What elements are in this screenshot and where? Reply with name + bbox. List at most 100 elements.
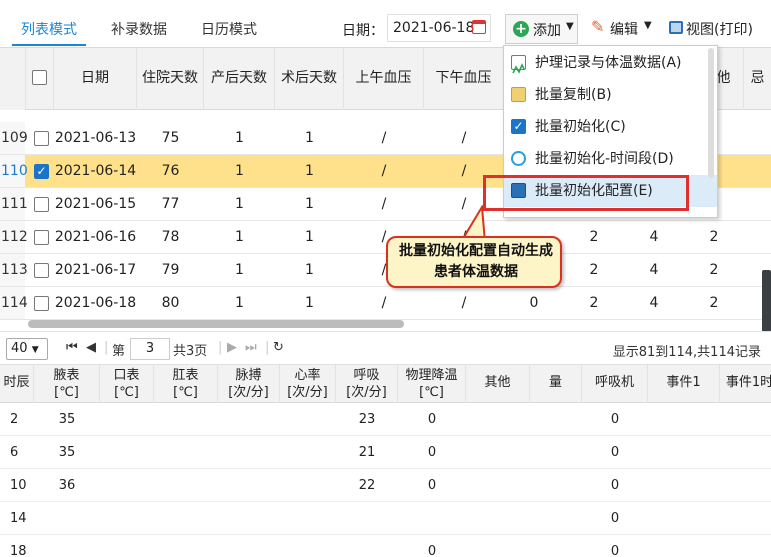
refresh-icon[interactable]: ↻	[273, 340, 284, 355]
vitals-row[interactable]: 18 0 0	[0, 535, 771, 557]
cell-postop-days[interactable]: 1	[275, 254, 344, 286]
cell-col10[interactable]: 2	[684, 287, 744, 319]
last-page-icon[interactable]: ⏭	[245, 340, 257, 355]
cell-stay-days[interactable]: 77	[137, 188, 204, 220]
cell-axillary-temp[interactable]	[34, 502, 100, 535]
tab-supplement-data[interactable]: 补录数据	[102, 16, 176, 46]
cell-postpartum-days[interactable]: 1	[204, 287, 275, 319]
menu-item-batch-init-period[interactable]: 批量初始化-时间段(D)	[504, 143, 717, 175]
header-stay-days[interactable]: 住院天数	[137, 48, 204, 110]
row-checkbox[interactable]	[34, 131, 49, 146]
cell-respiration[interactable]	[336, 535, 398, 557]
cell-stay-days[interactable]: 80	[137, 287, 204, 319]
chevron-down-icon[interactable]: ▼	[644, 20, 652, 31]
cell-pm-bp[interactable]: /	[424, 122, 504, 154]
cell-postpartum-days[interactable]: 1	[204, 254, 275, 286]
row-checkbox[interactable]	[34, 230, 49, 245]
prev-page-icon[interactable]: ◀	[86, 340, 96, 355]
cell-pm-bp[interactable]: /	[424, 287, 504, 319]
vitals-header-cell[interactable]: 事件1	[648, 365, 720, 403]
cell-hour[interactable]: 2	[10, 403, 34, 436]
vitals-header-cell[interactable]: 物理降温 [℃]	[398, 365, 466, 403]
cell-postop-days[interactable]: 1	[275, 122, 344, 154]
cell-physical-cooling[interactable]	[398, 502, 466, 535]
cell-col9[interactable]: 4	[624, 254, 684, 286]
cell-stay-days[interactable]: 78	[137, 221, 204, 253]
vitals-header-cell[interactable]: 事件1时	[720, 365, 771, 403]
vitals-header-cell[interactable]: 量	[530, 365, 582, 403]
cell-axillary-temp[interactable]	[34, 535, 100, 557]
cell-ventilator[interactable]: 0	[582, 502, 648, 535]
vitals-row[interactable]: 10 36 22 0 0	[0, 469, 771, 502]
cell-col10[interactable]: 2	[684, 254, 744, 286]
cell-hour[interactable]: 10	[10, 469, 34, 502]
chevron-down-icon[interactable]: ▼	[566, 21, 574, 32]
cell-postpartum-days[interactable]: 1	[204, 122, 275, 154]
cell-stay-days[interactable]: 76	[137, 155, 204, 187]
cell-am-bp[interactable]: /	[344, 155, 424, 187]
cell-col8[interactable]: 2	[564, 254, 624, 286]
cell-col8[interactable]: 2	[564, 221, 624, 253]
vitals-row[interactable]: 14 0	[0, 502, 771, 535]
cell-date[interactable]: 2021-06-13	[54, 122, 137, 154]
menu-item-batch-copy[interactable]: 批量复制(B)	[504, 79, 717, 111]
next-page-icon[interactable]: ▶	[227, 340, 237, 355]
edit-button[interactable]: ✎ 编辑 ▼	[586, 14, 658, 44]
cell-ventilator[interactable]: 0	[582, 436, 648, 469]
vertical-scrollbar[interactable]	[762, 270, 771, 332]
vitals-header-cell[interactable]: 肛表 [℃]	[154, 365, 218, 403]
row-checkbox[interactable]	[34, 296, 49, 311]
cell-axillary-temp[interactable]: 35	[34, 436, 100, 469]
cell-respiration[interactable]: 23	[336, 403, 398, 436]
cell-ventilator[interactable]: 0	[582, 535, 648, 557]
menu-item-nursing-record[interactable]: 护理记录与体温数据(A)	[504, 47, 717, 79]
cell-am-bp[interactable]: /	[344, 122, 424, 154]
cell-physical-cooling[interactable]: 0	[398, 436, 466, 469]
cell-date[interactable]: 2021-06-15	[54, 188, 137, 220]
cell-hour[interactable]: 18	[10, 535, 34, 557]
vitals-row[interactable]: 2 35 23 0 0	[0, 403, 771, 436]
cell-col9[interactable]: 4	[624, 221, 684, 253]
vitals-header-cell[interactable]: 呼吸机	[582, 365, 648, 403]
cell-postpartum-days[interactable]: 1	[204, 188, 275, 220]
cell-physical-cooling[interactable]: 0	[398, 403, 466, 436]
vitals-header-cell[interactable]: 脉搏 [次/分]	[218, 365, 280, 403]
row-checkbox[interactable]	[34, 197, 49, 212]
add-button[interactable]: + 添加 ▼	[505, 14, 578, 44]
menu-scrollbar[interactable]	[708, 48, 714, 178]
header-truncated[interactable]: 忌	[744, 48, 771, 110]
cell-hour[interactable]: 14	[10, 502, 34, 535]
vitals-header-cell[interactable]: 时辰	[0, 365, 34, 403]
tab-calendar-mode[interactable]: 日历模式	[192, 16, 266, 46]
cell-hour[interactable]: 6	[10, 436, 34, 469]
cell-respiration[interactable]: 22	[336, 469, 398, 502]
cell-postpartum-days[interactable]: 1	[204, 221, 275, 253]
cell-date[interactable]: 2021-06-16	[54, 221, 137, 253]
vitals-header-cell[interactable]: 口表 [℃]	[100, 365, 154, 403]
horizontal-scrollbar[interactable]	[28, 320, 404, 328]
cell-postop-days[interactable]: 1	[275, 188, 344, 220]
cell-ventilator[interactable]: 0	[582, 469, 648, 502]
page-size-select[interactable]: 40 ▼	[6, 338, 48, 360]
tab-list-mode[interactable]: 列表模式	[12, 16, 86, 46]
table-row[interactable]: 114 2021-06-18 80 1 1//0 2 4 2	[0, 287, 771, 320]
row-checkbox[interactable]: ✓	[34, 164, 49, 179]
header-postop-days[interactable]: 术后天数	[275, 48, 344, 110]
cell-postop-days[interactable]: 1	[275, 221, 344, 253]
vitals-row[interactable]: 6 35 21 0 0	[0, 436, 771, 469]
page-number-input[interactable]: 3	[130, 338, 170, 360]
row-checkbox[interactable]	[34, 263, 49, 278]
cell-stay-days[interactable]: 79	[137, 254, 204, 286]
cell-col10[interactable]: 2	[684, 221, 744, 253]
cell-postop-days[interactable]: 1	[275, 287, 344, 319]
cell-respiration[interactable]	[336, 502, 398, 535]
cell-date[interactable]: 2021-06-14	[54, 155, 137, 187]
cell-date[interactable]: 2021-06-18	[54, 287, 137, 319]
header-pm-bp[interactable]: 下午血压	[424, 48, 504, 110]
header-select-all[interactable]	[26, 48, 54, 110]
cell-physical-cooling[interactable]: 0	[398, 535, 466, 557]
cell-col9[interactable]: 4	[624, 287, 684, 319]
cell-col7[interactable]: 0	[504, 287, 564, 319]
select-all-checkbox[interactable]	[32, 70, 47, 85]
cell-axillary-temp[interactable]: 35	[34, 403, 100, 436]
